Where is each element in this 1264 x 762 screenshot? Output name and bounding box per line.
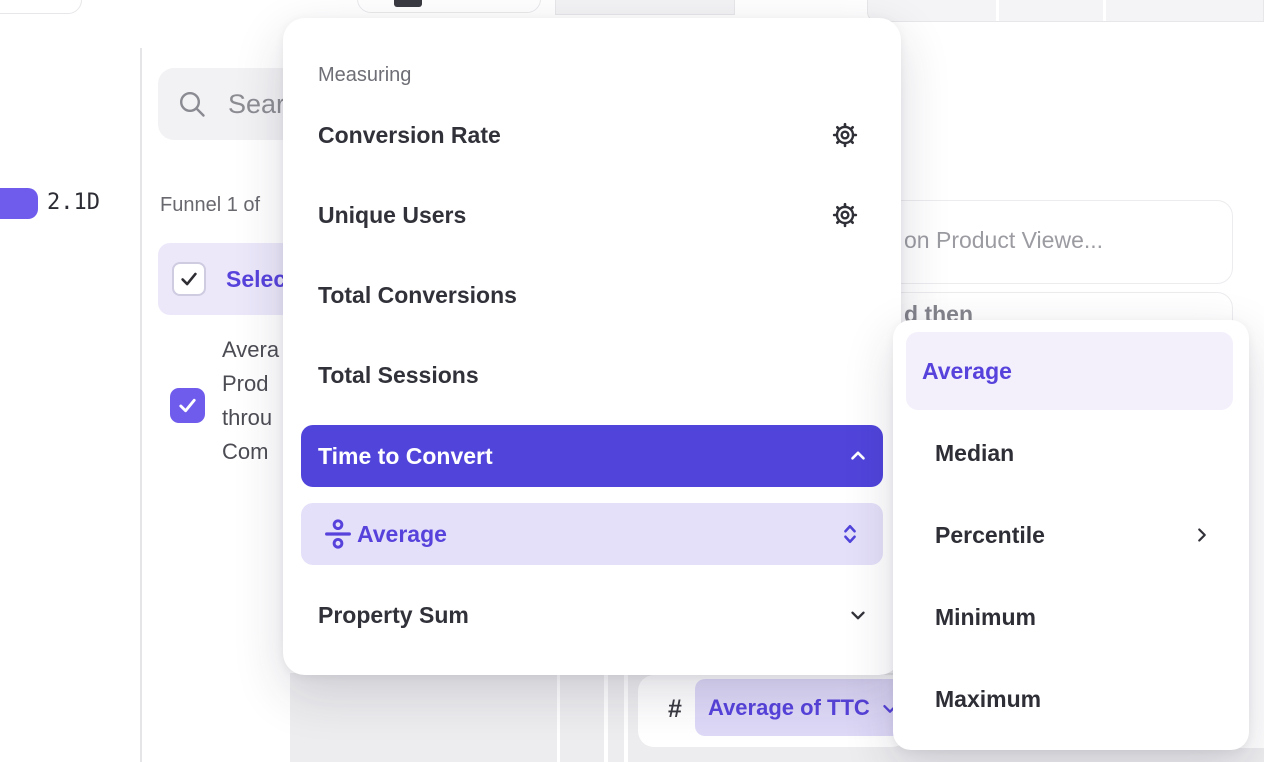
step-description: Avera Prod throu Com: [222, 333, 279, 469]
step-checkbox[interactable]: [170, 388, 205, 423]
select-checkbox[interactable]: [172, 262, 206, 296]
chevron-up-icon: [847, 445, 869, 467]
vertical-divider: [140, 48, 142, 762]
table-column-divider: [557, 673, 560, 762]
checkmark-icon: [178, 268, 200, 290]
funnel-bar-value-label: 2.1D: [47, 190, 100, 215]
funnel-bar-segment[interactable]: [0, 188, 38, 219]
step-description-line: Com: [222, 435, 279, 469]
agg-item-percentile[interactable]: Percentile: [906, 496, 1233, 574]
agg-item-minimum[interactable]: Minimum: [906, 578, 1233, 656]
background-panel-top-right: [867, 0, 1264, 22]
measuring-menu: Measuring Conversion Rate Unique Users: [283, 18, 901, 675]
menu-item-total-sessions[interactable]: Total Sessions: [301, 344, 883, 406]
panel-divider: [996, 0, 999, 21]
table-column-divider: [624, 673, 628, 762]
panel-divider: [1103, 0, 1106, 21]
menu-item-property-sum[interactable]: Property Sum: [301, 584, 883, 646]
average-icon: [322, 518, 354, 550]
gear-icon[interactable]: [832, 122, 858, 148]
app-canvas: 2.1D Sear Funnel 1 of Selec Avera Prod t…: [0, 0, 1264, 762]
chevron-up-down-icon: [839, 522, 861, 546]
metric-selector-label: Average of TTC: [708, 695, 870, 721]
aggregation-menu: Average Median Percentile Minimum Maximu…: [893, 320, 1249, 750]
menu-item-unique-users[interactable]: Unique Users: [301, 184, 883, 246]
menu-item-time-to-convert[interactable]: Time to Convert: [301, 425, 883, 487]
menu-item-conversion-rate[interactable]: Conversion Rate: [301, 104, 883, 166]
gear-icon[interactable]: [832, 202, 858, 228]
menu-item-total-conversions[interactable]: Total Conversions: [301, 264, 883, 326]
step-description-line: Avera: [222, 333, 279, 367]
background-table-area: [908, 748, 1264, 762]
metric-selector[interactable]: Average of TTC: [695, 679, 908, 736]
table-column-divider: [604, 673, 608, 762]
agg-item-median[interactable]: Median: [906, 414, 1233, 492]
search-icon: [177, 89, 208, 120]
step-description-line: throu: [222, 401, 279, 435]
agg-item-maximum[interactable]: Maximum: [906, 660, 1233, 738]
numeric-type-label: #: [668, 695, 682, 724]
select-row-label: Selec: [226, 266, 286, 293]
background-panel-top-middle: [555, 0, 735, 15]
toolbar-button-icon: [394, 0, 422, 7]
background-toolbar-button[interactable]: [357, 0, 541, 13]
menu-section-title: Measuring: [318, 64, 411, 87]
checkmark-icon: [176, 394, 199, 417]
menu-item-ttc-average[interactable]: Average: [301, 503, 883, 565]
metric-card: # Average of TTC: [638, 675, 908, 747]
step-description-line: Prod: [222, 367, 279, 401]
search-placeholder: Sear: [228, 89, 285, 120]
funnel-caption: Funnel 1 of: [160, 194, 260, 217]
background-card-top-left: [0, 0, 82, 14]
chevron-down-icon: [847, 604, 869, 626]
event-card-text: on Product Viewe...: [904, 227, 1103, 254]
chevron-right-icon: [1191, 524, 1213, 546]
agg-item-average[interactable]: Average: [906, 332, 1233, 410]
